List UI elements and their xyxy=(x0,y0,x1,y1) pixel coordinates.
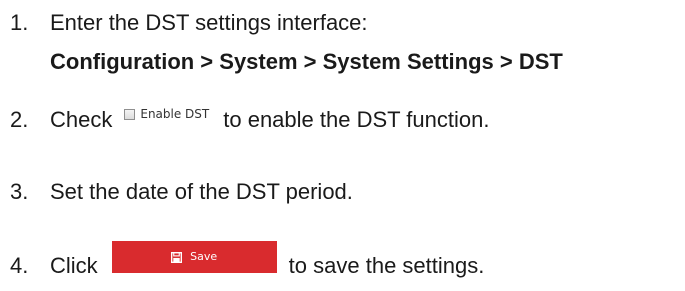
save-button-label: Save xyxy=(190,250,218,263)
menu-path: Configuration > System > System Settings… xyxy=(50,49,563,74)
step-text-after: to save the settings. xyxy=(288,253,485,278)
checkbox-box[interactable] xyxy=(124,108,136,120)
step-number: 1. xyxy=(10,10,29,35)
save-icon xyxy=(171,251,183,263)
instruction-page: 1. Enter the DST settings interface: Con… xyxy=(0,0,685,291)
step-3: 3. Set the date of the DST period. xyxy=(10,179,353,205)
step-4: 4. Click Save to save the settings. xyxy=(10,241,485,282)
step-2: 2. Check Enable DST to enable the DST fu… xyxy=(10,107,489,133)
step-text-before: Check xyxy=(50,107,113,132)
step-1: 1. Enter the DST settings interface: xyxy=(10,10,368,36)
step-text-before: Click xyxy=(50,253,98,278)
enable-dst-checkbox[interactable]: Enable DST xyxy=(124,107,209,121)
step-number: 3. xyxy=(10,179,29,204)
save-button[interactable]: Save xyxy=(111,241,277,273)
step-number: 2. xyxy=(10,107,29,132)
step-text: Set the date of the DST period. xyxy=(50,179,353,204)
step-text: Enter the DST settings interface: xyxy=(50,10,368,35)
checkbox-label: Enable DST xyxy=(140,107,210,121)
step-text-after: to enable the DST function. xyxy=(223,107,490,132)
step-number: 4. xyxy=(10,253,29,278)
